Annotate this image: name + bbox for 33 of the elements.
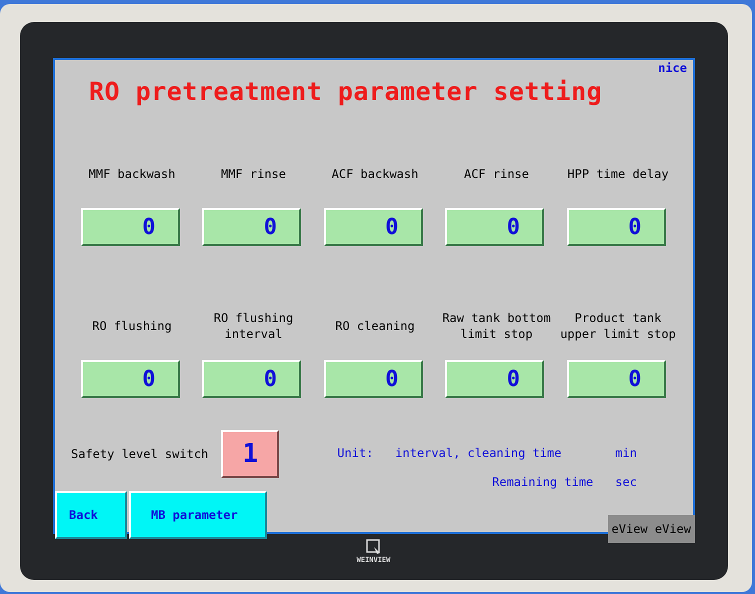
parameter-label: RO flushing [92, 318, 172, 334]
parameter-label: MMF backwash [88, 166, 176, 182]
numeric-field[interactable]: 0 [566, 208, 666, 246]
numeric-field[interactable]: 0 [445, 360, 544, 398]
unit-description: interval, cleaning time [395, 445, 562, 462]
touch-logo-icon [364, 538, 382, 556]
safety-switch[interactable]: 1 [221, 430, 280, 478]
unit-description: Remaining time [491, 474, 594, 491]
safety-label: Safety level switch [71, 446, 208, 463]
numeric-field[interactable]: 0 [566, 360, 666, 398]
numeric-field[interactable]: 0 [324, 360, 422, 398]
unit-heading: Unit: [337, 445, 374, 462]
unit-value: sec [614, 474, 638, 491]
parameter-label: ACF rinse [464, 166, 530, 182]
parameter-label: MMF rinse [220, 166, 286, 182]
numeric-field[interactable]: 0 [202, 360, 301, 398]
parameter-label: RO cleaning [335, 318, 415, 334]
parameter-label: Product tank upper limit stop [559, 310, 677, 342]
parameter-label: ACF backwash [332, 166, 418, 182]
numeric-field[interactable]: 0 [202, 208, 301, 246]
nav-button[interactable]: Back [55, 491, 127, 539]
numeric-field[interactable]: 0 [445, 208, 544, 246]
corner-label: nice [658, 60, 687, 76]
page-title: RO pretreatment parameter setting [89, 77, 602, 106]
numeric-field[interactable]: 0 [80, 360, 180, 398]
unit-value: min [614, 445, 638, 462]
parameter-label: Raw tank bottom limit stop [441, 310, 552, 342]
numeric-field[interactable]: 0 [80, 208, 180, 246]
nav-button[interactable]: MB parameter [129, 491, 267, 539]
numeric-field[interactable]: 0 [324, 208, 422, 246]
parameter-label: HPP time delay [567, 166, 669, 182]
parameter-label: RO flushing interval [212, 310, 294, 342]
status-badge: eView eView [608, 515, 695, 543]
